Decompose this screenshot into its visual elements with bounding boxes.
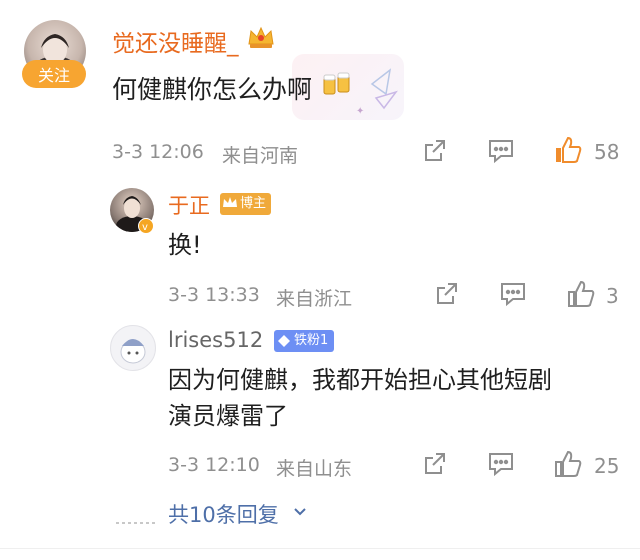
like-icon[interactable]: [553, 449, 583, 483]
reply-time: 3-3 12:10: [168, 454, 260, 476]
share-icon[interactable]: [422, 451, 448, 481]
comment-location: 来自河南: [222, 145, 299, 167]
dotted-line: [116, 510, 156, 529]
svg-text:v: v: [142, 222, 148, 233]
comment-time: 3-3 12:06: [112, 141, 204, 163]
like-icon[interactable]: [553, 135, 583, 169]
crown-icon: [223, 197, 237, 207]
reply-location: 来自山东: [276, 458, 353, 480]
reply-text-line2: 演员爆雷了: [168, 402, 288, 430]
blogger-badge-label: 博主: [240, 196, 267, 211]
verified-v-icon: v: [138, 218, 154, 238]
reply-location: 来自浙江: [276, 288, 353, 310]
reply-time: 3-3 13:33: [168, 284, 260, 306]
avatar-cartoon-icon: [120, 339, 146, 364]
comment-text: 何健麒你怎么办啊: [112, 75, 313, 104]
like-count: 3: [606, 284, 619, 308]
commenter-name[interactable]: 觉还没睡醒_: [112, 24, 239, 58]
comment-icon[interactable]: [499, 281, 527, 311]
chevron-down-icon[interactable]: [292, 503, 308, 523]
reply-text-line1: 因为何健麒，我都开始担心其他短剧: [168, 366, 552, 394]
like-count: 58: [594, 140, 620, 164]
follow-button[interactable]: 关注: [22, 60, 86, 88]
like-icon[interactable]: [566, 279, 596, 313]
more-replies-link[interactable]: 共10条回复: [168, 499, 279, 529]
beer-emoji-icon: [322, 70, 352, 102]
fan-badge: 铁粉1: [274, 330, 335, 352]
like-count: 25: [594, 454, 620, 478]
divider: [0, 548, 640, 549]
share-icon[interactable]: [422, 138, 448, 168]
comment-icon[interactable]: [487, 451, 515, 481]
crown-icon: [246, 24, 276, 54]
reply-text: 换!: [168, 231, 202, 259]
comment-icon[interactable]: [487, 138, 515, 168]
fan-badge-label: 铁粉1: [294, 333, 329, 348]
reply-author-name[interactable]: lrises512: [168, 328, 263, 352]
share-icon[interactable]: [434, 281, 460, 311]
diamond-icon: [278, 335, 290, 347]
reply-author-name[interactable]: 于正: [168, 190, 210, 220]
reply-avatar[interactable]: [110, 325, 156, 371]
svg-text:✦: ✦: [356, 106, 364, 117]
blogger-badge: 博主: [220, 193, 272, 215]
